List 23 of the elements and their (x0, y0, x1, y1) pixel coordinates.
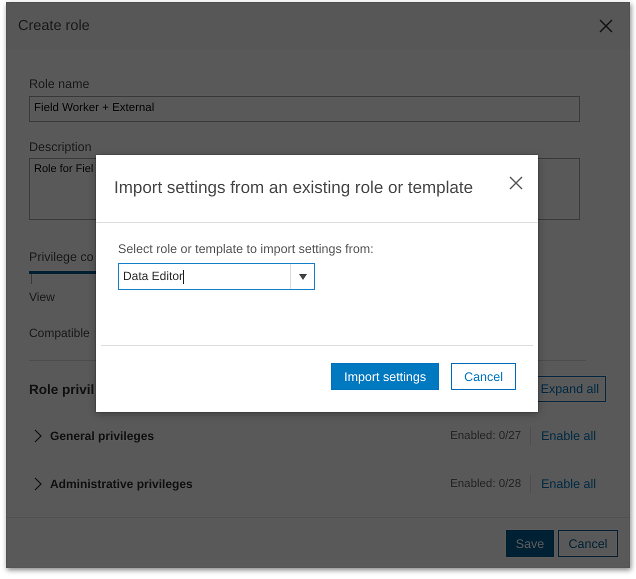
privilege-group-name[interactable]: General privileges (50, 429, 450, 443)
enable-all-link[interactable]: Enable all (541, 477, 596, 491)
role-name-field[interactable]: Field Worker + External (29, 96, 580, 122)
cancel-button[interactable]: Cancel (558, 530, 618, 557)
field-label: Role name (29, 77, 90, 91)
cancel-button[interactable]: Cancel (451, 363, 516, 390)
primary-button[interactable]: Save (506, 530, 554, 557)
field-label: Compatible (29, 326, 90, 340)
window-title: Create role (18, 18, 90, 34)
dialog-title: Import settings from an existing role or template (114, 178, 474, 198)
chevron-icon[interactable] (34, 477, 42, 491)
enable-all-link[interactable]: Enable all (541, 429, 596, 443)
field-label: Description (29, 140, 92, 154)
slider-label: View (29, 290, 55, 304)
section-title: Role privil (29, 382, 94, 396)
privilege-group-name[interactable]: Administrative privileges (50, 477, 450, 491)
role-dropdown[interactable]: Data Editor (118, 263, 315, 290)
field-label: Privilege co (29, 250, 94, 264)
chevron-icon[interactable] (34, 429, 42, 443)
primary-button[interactable]: Import settings (331, 363, 440, 390)
slider-track[interactable] (29, 271, 99, 274)
field-label: Select role or template to import settings from: (118, 242, 375, 256)
close-icon[interactable] (508, 175, 524, 191)
